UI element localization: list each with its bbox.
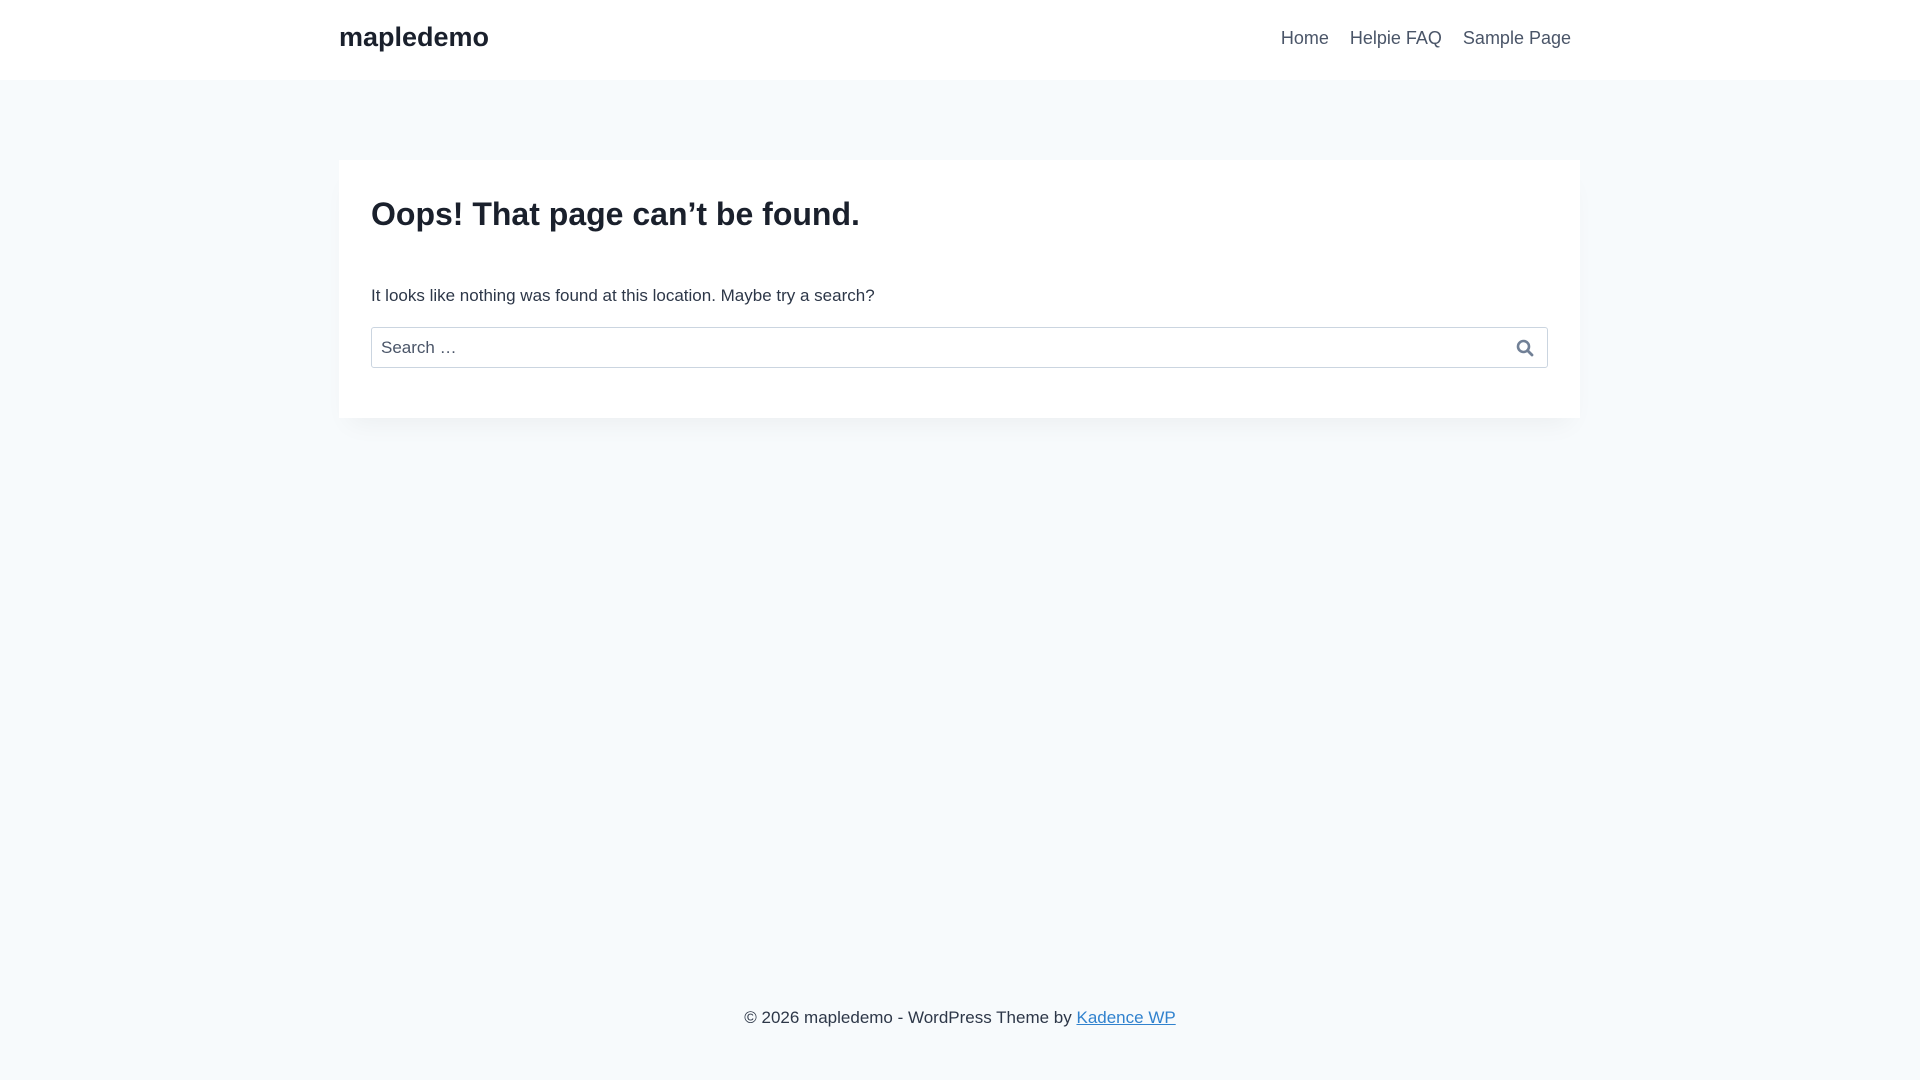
search-form — [371, 327, 1548, 368]
page-title: Oops! That page can’t be found. — [371, 196, 860, 232]
primary-nav: Home Helpie FAQ Sample Page — [1281, 28, 1571, 49]
nav-helpie-faq[interactable]: Helpie FAQ — [1350, 28, 1442, 49]
footer-credit: © 2026 mapledemo - WordPress Theme by — [744, 1008, 1077, 1027]
site-title[interactable]: mapledemo — [339, 22, 489, 53]
site-header: mapledemo Home Helpie FAQ Sample Page — [0, 0, 1920, 80]
content-card: Oops! That page can’t be found. It looks… — [339, 160, 1580, 418]
not-found-message: It looks like nothing was found at this … — [371, 286, 875, 305]
search-button[interactable] — [1515, 338, 1535, 358]
search-input[interactable] — [372, 328, 1472, 367]
kadence-wp-link[interactable]: Kadence WP — [1076, 1008, 1175, 1027]
nav-home[interactable]: Home — [1281, 28, 1329, 49]
nav-sample-page[interactable]: Sample Page — [1463, 28, 1571, 49]
site-footer: © 2026 mapledemo - WordPress Theme by Ka… — [0, 1008, 1920, 1028]
search-icon — [1516, 339, 1534, 357]
